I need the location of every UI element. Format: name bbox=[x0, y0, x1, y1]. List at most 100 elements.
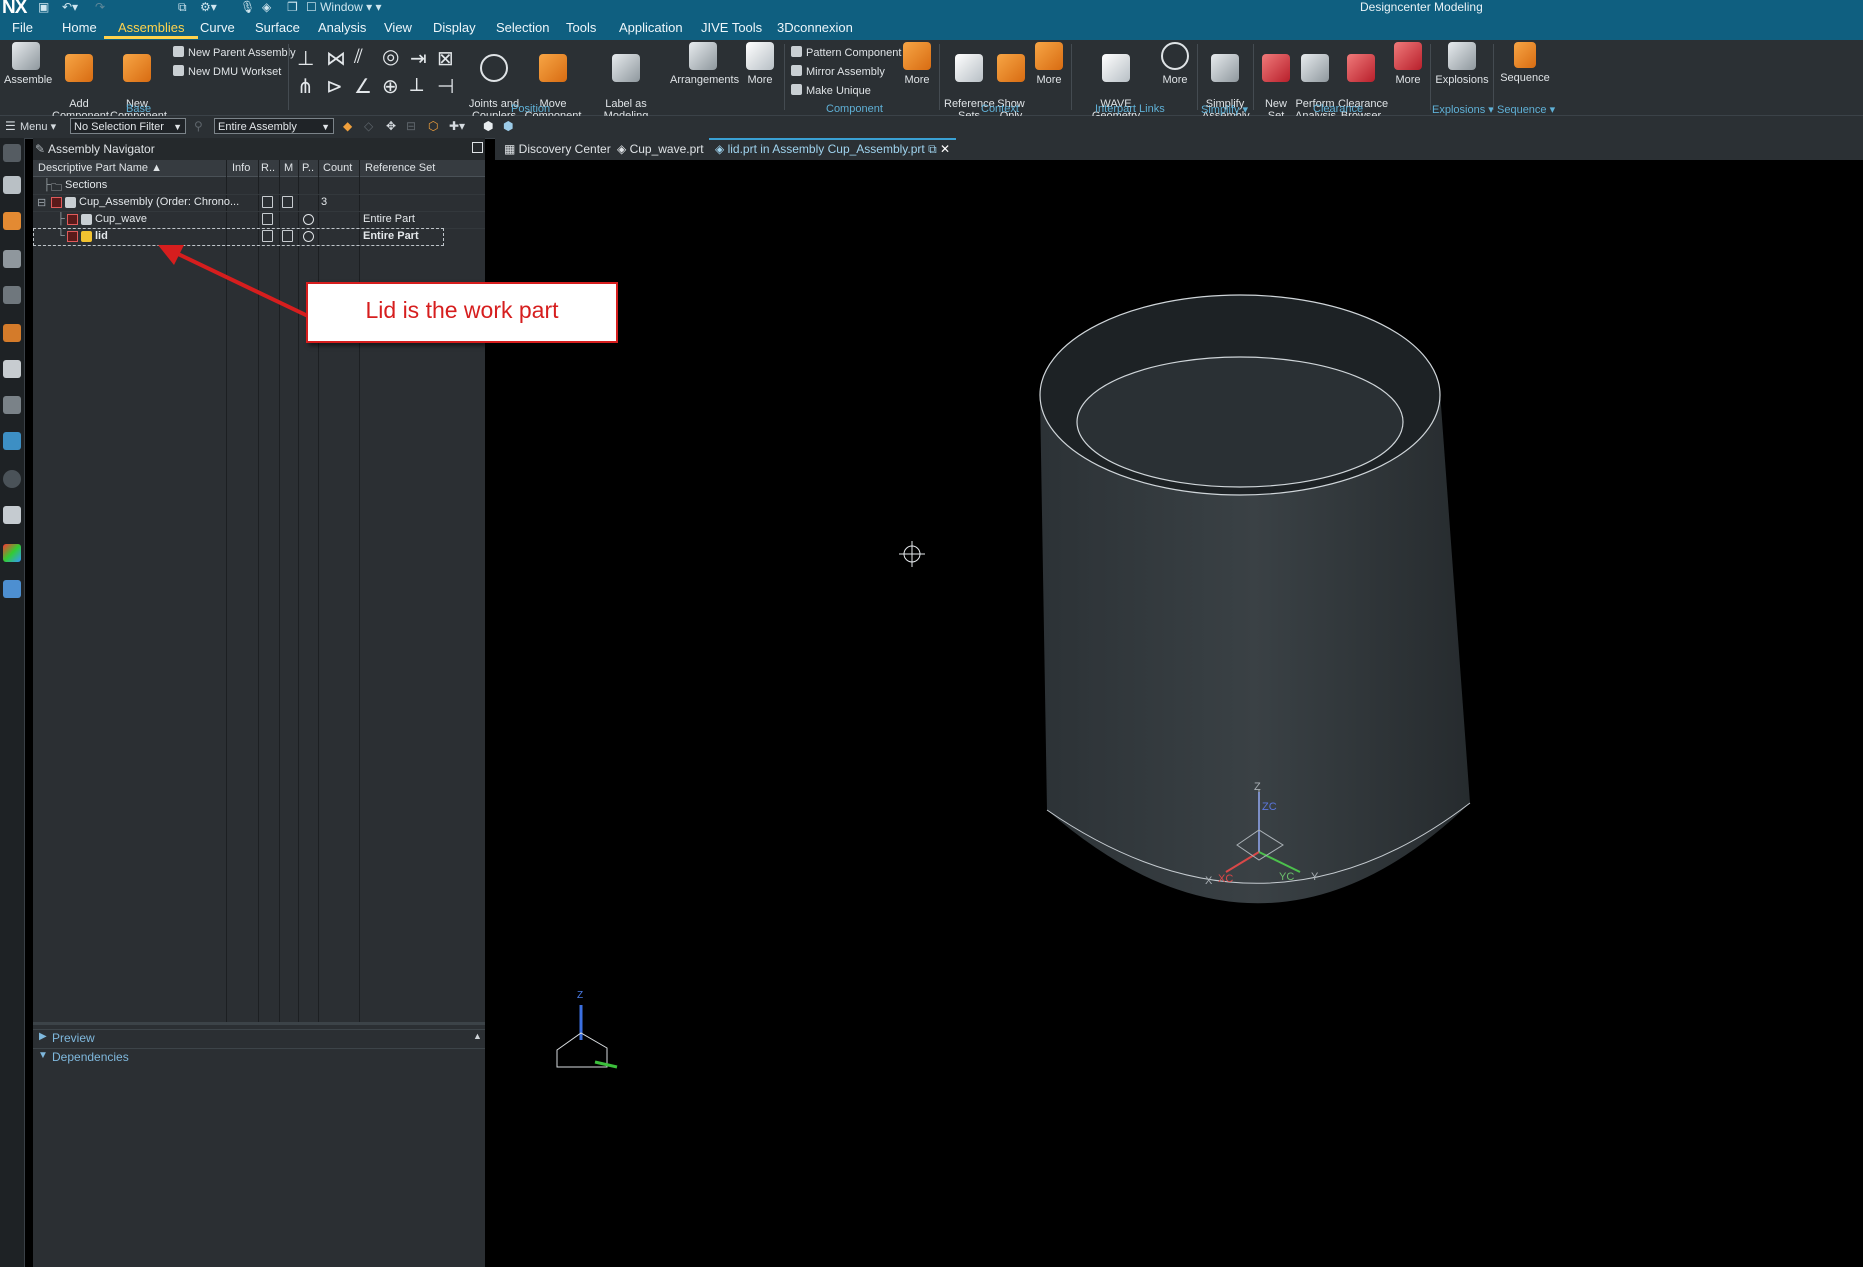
more-component-button[interactable]: More bbox=[899, 42, 935, 86]
part-navigator-icon[interactable] bbox=[3, 176, 21, 194]
copy-icon[interactable]: ⧉ bbox=[178, 0, 187, 14]
col-count[interactable]: Count bbox=[323, 162, 352, 174]
constraint-fix-icon[interactable]: ⊠ bbox=[437, 46, 454, 71]
palette-icon[interactable] bbox=[3, 544, 21, 562]
save-icon[interactable]: ▣ bbox=[38, 0, 49, 14]
window-menu[interactable]: ☐ Window ▾ ▾ bbox=[306, 0, 382, 14]
select-feature-icon[interactable]: ◇ bbox=[364, 119, 373, 133]
col-info[interactable]: Info bbox=[232, 162, 250, 174]
preview-panel-header[interactable]: ▶ Preview ▲ bbox=[33, 1029, 485, 1048]
undo-icon[interactable]: ↶▾ bbox=[62, 0, 78, 14]
scroll-up-icon[interactable]: ▲ bbox=[473, 1031, 482, 1041]
web-browser-icon[interactable] bbox=[3, 396, 21, 414]
menu-button[interactable]: Menu ▾ bbox=[20, 120, 56, 133]
constraint-distance-icon[interactable]: ⇥ bbox=[410, 46, 427, 71]
hd3d-icon[interactable] bbox=[3, 360, 21, 378]
constraint-orient-icon[interactable]: ⊣ bbox=[437, 74, 454, 99]
menu-jive-tools[interactable]: JIVE Tools bbox=[701, 20, 762, 35]
menu-selection[interactable]: Selection bbox=[496, 20, 549, 35]
wireframe-view-icon[interactable]: ⬢ bbox=[503, 119, 513, 133]
close-icon[interactable]: ✕ bbox=[940, 142, 950, 156]
view-icon[interactable]: ◈ bbox=[262, 0, 271, 14]
undock-icon[interactable]: ⧉ bbox=[928, 142, 937, 156]
clock-icon[interactable] bbox=[3, 470, 21, 488]
selection-filter-select[interactable]: No Selection Filter ▼ bbox=[70, 118, 186, 134]
pattern-component-button[interactable]: Pattern Component bbox=[791, 46, 901, 59]
collapse-icon[interactable]: ⊟ bbox=[37, 196, 46, 209]
tree-row-sections[interactable]: ├ 🗀 Sections bbox=[33, 177, 485, 195]
constraint-angle-icon[interactable]: ⫽ bbox=[354, 46, 363, 69]
constraint-parallel-icon[interactable]: ⟂ bbox=[410, 74, 423, 97]
menu-display[interactable]: Display bbox=[433, 20, 476, 35]
constraint-navigator-icon[interactable] bbox=[3, 250, 21, 268]
visibility-checkbox[interactable] bbox=[67, 231, 78, 242]
settings-gear-icon[interactable] bbox=[3, 144, 21, 162]
constraint-concentric-icon[interactable]: ◎ bbox=[382, 44, 399, 69]
shaded-view-icon[interactable]: ⬢ bbox=[483, 119, 493, 133]
assemble-button[interactable]: Assemble bbox=[4, 42, 52, 86]
explosions-button[interactable]: Explosions bbox=[1435, 42, 1489, 86]
hamburger-icon[interactable]: ☰ bbox=[5, 119, 16, 133]
group-explosions-label[interactable]: Explosions ▾ bbox=[1432, 103, 1494, 116]
process-studio-icon[interactable] bbox=[3, 506, 21, 524]
constraint-perpendicular-icon[interactable]: ∠ bbox=[354, 74, 372, 99]
history-icon[interactable] bbox=[3, 432, 21, 450]
more-position-button[interactable]: More bbox=[740, 42, 780, 86]
col-reference-set[interactable]: Reference Set bbox=[365, 162, 435, 174]
constraint-center-icon[interactable]: ⊳ bbox=[326, 74, 343, 99]
tool-icon[interactable]: ⚙▾ bbox=[200, 0, 217, 14]
menu-view[interactable]: View bbox=[384, 20, 412, 35]
assembly-select-icon[interactable]: ⬡ bbox=[428, 119, 438, 133]
sequence-button[interactable]: Sequence bbox=[1498, 42, 1552, 84]
constraint-touch-icon[interactable]: ⊥ bbox=[297, 46, 314, 71]
col-modified[interactable]: M bbox=[284, 162, 293, 174]
tab-discovery-center[interactable]: ▦ Discovery Center bbox=[498, 138, 617, 160]
deselect-icon[interactable]: ⊟ bbox=[406, 119, 416, 133]
tab-lid-in-assembly[interactable]: ◈ lid.prt in Assembly Cup_Assembly.prt ⧉… bbox=[709, 138, 957, 162]
dependencies-panel-header[interactable]: ▼ Dependencies bbox=[33, 1048, 485, 1067]
new-dmu-workset-button[interactable]: New DMU Workset bbox=[173, 65, 281, 78]
menu-file[interactable]: File bbox=[12, 20, 33, 35]
redo-icon[interactable]: ↷ bbox=[95, 0, 105, 14]
tree-row-cup-wave[interactable]: ├ Cup_wave Entire Part bbox=[33, 211, 485, 229]
mirror-assembly-button[interactable]: Mirror Assembly bbox=[791, 65, 885, 78]
menu-application[interactable]: Application bbox=[619, 20, 683, 35]
menu-home[interactable]: Home bbox=[62, 20, 97, 35]
more-interpart-button[interactable]: More bbox=[1158, 42, 1192, 86]
visibility-checkbox[interactable] bbox=[51, 197, 62, 208]
make-unique-button[interactable]: Make Unique bbox=[791, 84, 871, 97]
menu-surface[interactable]: Surface bbox=[255, 20, 300, 35]
col-position[interactable]: P.. bbox=[302, 162, 314, 174]
select-component-icon[interactable]: ◆ bbox=[343, 119, 352, 133]
snap-point-icon[interactable]: ✚▾ bbox=[449, 119, 465, 133]
selection-scope-select[interactable]: Entire Assembly ▼ bbox=[214, 118, 334, 134]
maximize-icon[interactable] bbox=[472, 142, 483, 153]
graphics-window[interactable]: Z ZC X XC YC Y Z bbox=[495, 160, 1863, 1267]
microphone-icon[interactable]: 🎙 bbox=[240, 0, 255, 14]
role-icon[interactable] bbox=[3, 324, 21, 342]
assembly-navigator-icon[interactable] bbox=[3, 212, 21, 230]
tab-cup-wave[interactable]: ◈ Cup_wave.prt bbox=[611, 138, 710, 160]
menu-tools[interactable]: Tools bbox=[566, 20, 596, 35]
col-descriptive-part-name[interactable]: Descriptive Part Name ▲ bbox=[38, 162, 162, 174]
tree-row-cup-assembly[interactable]: ⊟ Cup_Assembly (Order: Chrono... 3 bbox=[33, 194, 485, 212]
new-parent-assembly-button[interactable]: New Parent Assembly bbox=[173, 46, 296, 59]
menu-3dconnexion[interactable]: 3Dconnexion bbox=[777, 20, 853, 35]
menu-curve[interactable]: Curve bbox=[200, 20, 235, 35]
menu-assemblies[interactable]: Assemblies bbox=[103, 20, 200, 39]
col-read-only[interactable]: R.. bbox=[261, 162, 275, 174]
constraint-fit-icon[interactable]: ⊕ bbox=[382, 74, 399, 99]
more-clearance-button[interactable]: More bbox=[1390, 42, 1426, 86]
system-materials-icon[interactable] bbox=[3, 580, 21, 598]
group-sequence-label[interactable]: Sequence ▾ bbox=[1497, 103, 1555, 116]
arrangements-button[interactable]: Arrangements bbox=[670, 42, 739, 86]
filter-reset-icon[interactable]: ⚲ bbox=[194, 119, 203, 133]
visibility-checkbox[interactable] bbox=[67, 214, 78, 225]
menu-analysis[interactable]: Analysis bbox=[318, 20, 366, 35]
more-context-button[interactable]: More bbox=[1032, 42, 1066, 86]
group-simplify-label[interactable]: Simplify ▾ bbox=[1201, 103, 1248, 116]
windows-icon[interactable]: ❐ bbox=[287, 0, 298, 14]
pin-icon[interactable]: ✎ bbox=[35, 142, 45, 156]
reuse-library-icon[interactable] bbox=[3, 286, 21, 304]
constraint-align-icon[interactable]: ⋈ bbox=[326, 46, 346, 71]
